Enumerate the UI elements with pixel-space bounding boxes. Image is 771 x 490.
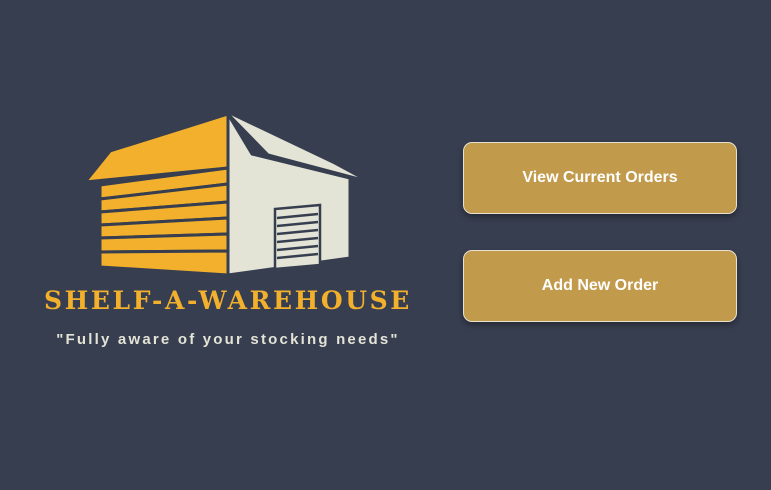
warehouse-icon [83,111,372,277]
home-screen: SHELF-A-WAREHOUSE "Fully aware of your s… [0,0,771,490]
brand-tagline: "Fully aware of your stocking needs" [56,331,400,348]
add-new-order-button[interactable]: Add New Order [463,250,737,322]
view-current-orders-button[interactable]: View Current Orders [463,142,737,214]
brand-name: SHELF-A-WAREHOUSE [44,286,412,315]
